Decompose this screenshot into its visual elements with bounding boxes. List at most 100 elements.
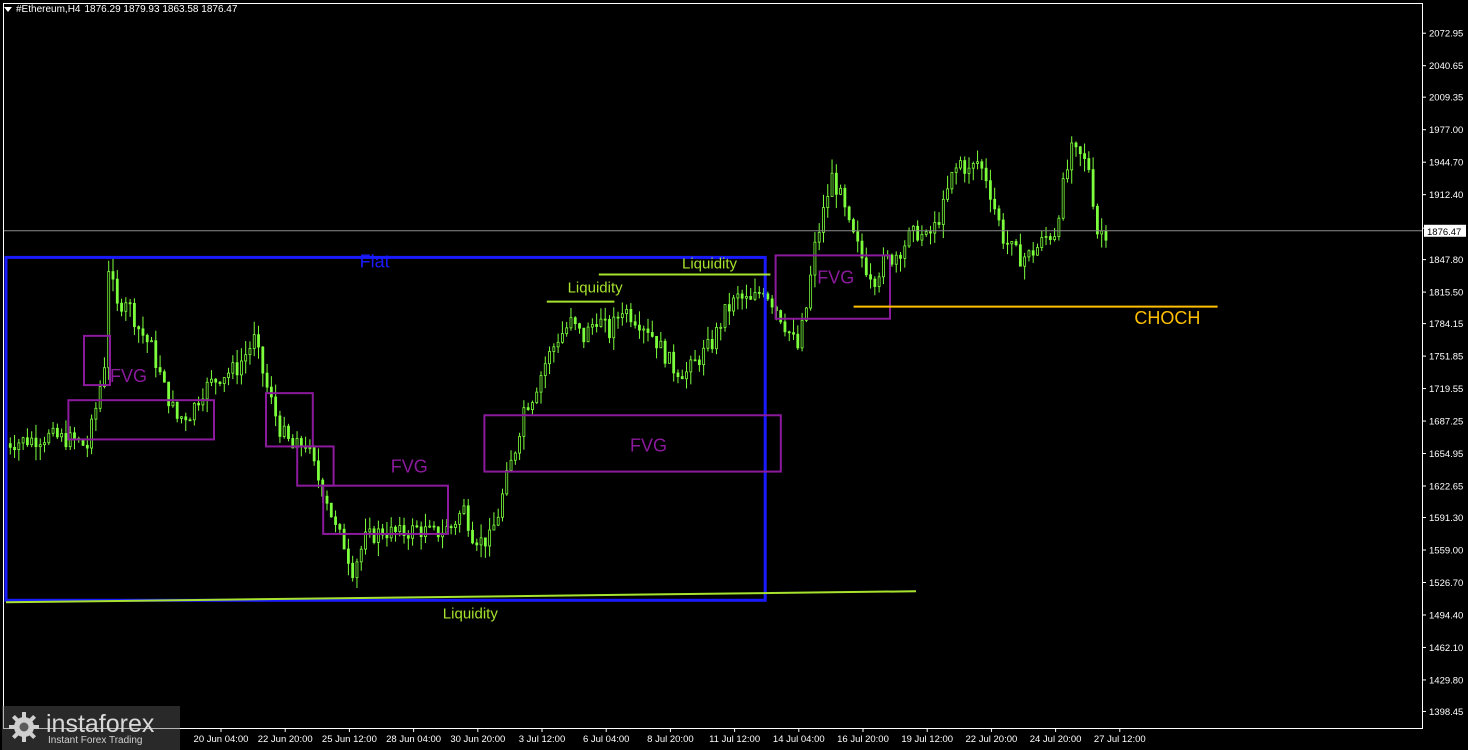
candle-body (265, 372, 269, 388)
candle (505, 462, 509, 496)
candle (115, 270, 119, 312)
candle-body (676, 372, 680, 377)
candle-body (954, 167, 958, 173)
candle (60, 428, 64, 442)
candle-body (1010, 241, 1014, 245)
candle (599, 308, 603, 328)
x-tick-label: 24 Jul 20:00 (1030, 734, 1082, 745)
candle-body (1048, 236, 1052, 240)
candle-body (659, 340, 663, 349)
candle-body (822, 207, 825, 233)
candle-body (946, 188, 949, 200)
candle-body (616, 316, 620, 319)
candle-body (531, 402, 534, 411)
candle-body (963, 160, 967, 174)
candle (894, 251, 898, 273)
candle-body (1070, 142, 1074, 171)
candle (659, 332, 663, 349)
candle-body (882, 254, 885, 278)
y-tick-label: 1815.50 (1429, 288, 1463, 299)
candle (376, 520, 380, 557)
candle (976, 150, 979, 170)
candle-body (740, 293, 744, 299)
fvg-box (83, 334, 111, 387)
candle (479, 524, 483, 558)
candle-body (668, 351, 671, 364)
candle (766, 291, 770, 302)
candle (603, 307, 607, 333)
x-tick-label: 30 Jun 20:00 (450, 734, 505, 745)
candle-body (984, 167, 988, 182)
candle (218, 381, 222, 387)
candle-body (522, 407, 526, 437)
y-tick-label: 1977.00 (1429, 125, 1463, 136)
candle (569, 307, 573, 331)
candle-body (222, 377, 226, 385)
candle (899, 252, 902, 272)
candle (710, 329, 714, 353)
candle-body (967, 167, 971, 174)
candle-body (496, 516, 500, 526)
candle (954, 163, 958, 185)
candle (723, 304, 727, 332)
candle-body (719, 326, 723, 329)
candle-body (757, 292, 761, 294)
candle-body (646, 328, 650, 333)
candle-body (633, 321, 637, 326)
candle-body (830, 172, 834, 197)
candle-body (595, 324, 599, 327)
price-chart[interactable]: Flat FVG FVG FVG FVG Liquidity Liquidity Liquid… (0, 0, 1468, 750)
candle-body (162, 371, 166, 383)
candle-body (689, 359, 693, 373)
candle (1074, 141, 1078, 157)
candle-body (1066, 169, 1069, 180)
candle-body (244, 354, 248, 362)
candle (424, 513, 427, 543)
candle-body (813, 241, 817, 276)
candle-body (252, 334, 256, 349)
candle-body (158, 367, 162, 373)
candle-body (556, 341, 560, 348)
candles-layer (4, 136, 1422, 588)
candle-body (261, 346, 265, 374)
candle (655, 335, 658, 359)
candle (573, 316, 577, 331)
candle (993, 187, 997, 215)
candle-body (13, 446, 16, 451)
candle (359, 545, 363, 571)
candle-body (625, 308, 628, 315)
candle (432, 521, 436, 531)
candle (963, 156, 967, 183)
fvg-label: FVG (391, 457, 428, 477)
candle (171, 390, 175, 408)
candle-body (693, 359, 697, 362)
candle (248, 341, 252, 365)
candle-body (124, 302, 128, 312)
candle (757, 286, 761, 299)
candle-body (779, 310, 783, 323)
candle-body (1006, 242, 1009, 245)
candle-body (483, 537, 487, 547)
candle (740, 289, 744, 310)
candle-body (663, 340, 667, 364)
candle-body (171, 401, 175, 407)
candle (693, 349, 697, 362)
candle-body (847, 206, 851, 221)
candle-body (950, 171, 954, 190)
candle (90, 414, 93, 455)
candle (911, 225, 915, 243)
candle-body (680, 376, 684, 380)
candle-body (582, 327, 586, 343)
candle (689, 355, 693, 385)
candle-body (55, 427, 59, 438)
candle-body (817, 231, 821, 243)
candle (483, 537, 487, 558)
candle (269, 376, 273, 405)
candle-body (334, 516, 337, 525)
candle (706, 326, 710, 352)
candle-body (715, 327, 718, 350)
candle (561, 321, 564, 344)
candle (856, 220, 860, 253)
candle-body (458, 513, 462, 525)
candle (809, 265, 813, 311)
